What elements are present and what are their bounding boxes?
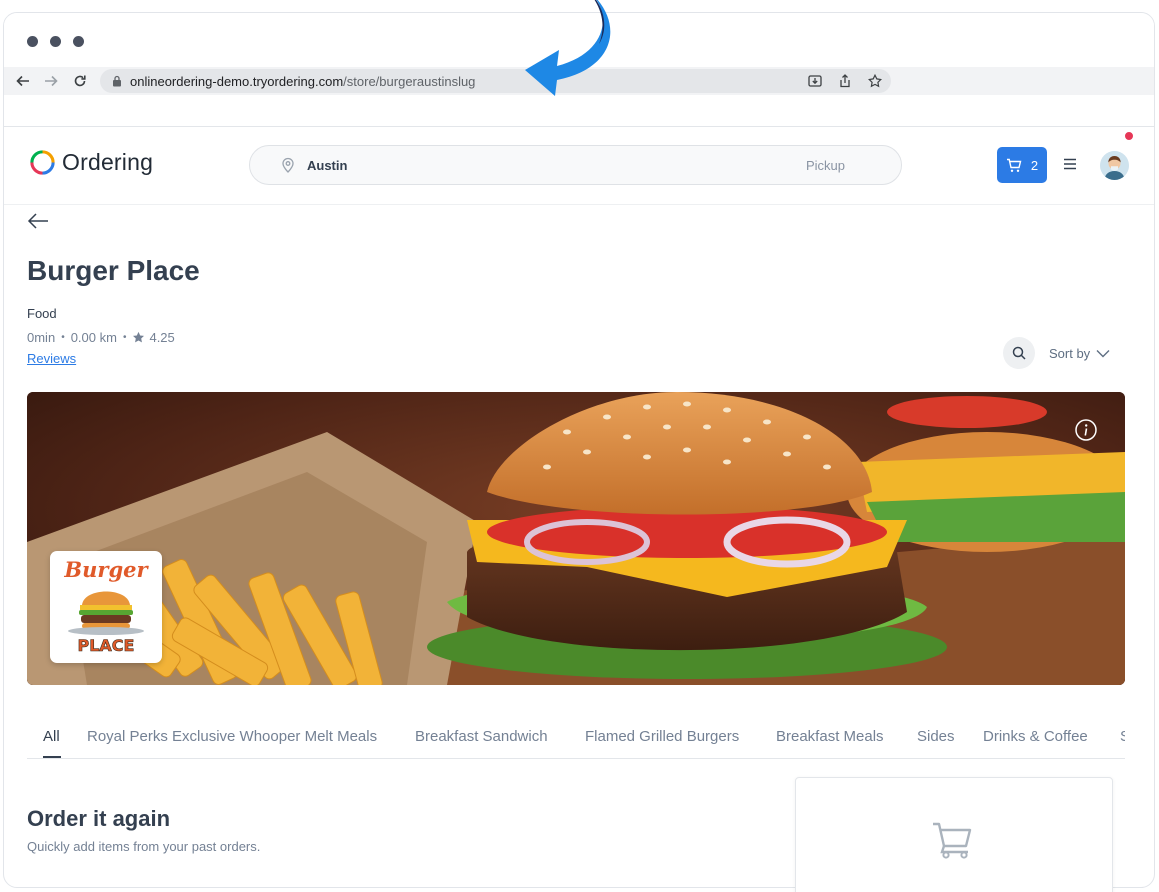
window-dot-minimize[interactable]	[50, 36, 61, 47]
tab-drinks-coffee[interactable]: Drinks & Coffee	[983, 728, 1088, 745]
url-path: /store/burgeraustinslug	[343, 73, 476, 89]
user-avatar[interactable]	[1100, 151, 1129, 180]
delivery-time: 0min	[27, 330, 56, 345]
active-tab-indicator	[43, 756, 61, 758]
sort-by-dropdown[interactable]: Sort by	[1049, 346, 1110, 361]
window-controls	[27, 36, 84, 47]
location-text[interactable]: Austin	[307, 158, 347, 173]
notification-dot	[1124, 131, 1134, 141]
back-button[interactable]	[27, 212, 49, 230]
reload-icon[interactable]	[69, 70, 91, 92]
annotation-arrow-icon	[525, 0, 611, 96]
store-distance: 0.00 km	[70, 330, 117, 345]
url-host: onlineordering-demo.tryordering.com	[130, 73, 344, 89]
order-type-text[interactable]: Pickup	[806, 158, 845, 173]
store-banner-image	[27, 392, 1125, 685]
order-again-title: Order it again	[27, 806, 171, 831]
bookmark-star-icon[interactable]	[867, 73, 883, 89]
address-bar[interactable]: onlineordering-demo.tryordering.com/stor…	[100, 69, 891, 93]
install-app-icon[interactable]	[807, 73, 823, 89]
location-order-type-bar[interactable]: Austin Pickup	[249, 145, 902, 185]
store-category: Food	[27, 306, 57, 321]
store-rating: 4.25	[149, 330, 175, 345]
logo-text: Ordering	[62, 149, 154, 175]
reviews-link[interactable]: Reviews	[27, 351, 76, 366]
tab-truncated[interactable]: S	[1120, 728, 1125, 745]
tab-flamed-grilled-burgers[interactable]: Flamed Grilled Burgers	[585, 728, 739, 745]
app-header: Ordering Austin Pickup 2	[4, 127, 1154, 205]
window-dot-maximize[interactable]	[73, 36, 84, 47]
tab-breakfast-sandwich[interactable]: Breakfast Sandwich	[415, 728, 548, 745]
empty-cart-icon	[933, 822, 972, 859]
back-arrow-icon[interactable]	[12, 70, 34, 92]
forward-arrow-icon[interactable]	[40, 70, 62, 92]
store-info-icon[interactable]	[1075, 419, 1097, 441]
url-text: onlineordering-demo.tryordering.com/stor…	[130, 74, 475, 89]
star-icon	[133, 331, 145, 343]
tab-sides[interactable]: Sides	[917, 728, 955, 745]
store-meta: 0min • 0.00 km • 4.25	[27, 330, 175, 345]
tab-all[interactable]: All	[43, 728, 60, 745]
store-logo: Burger PLACE	[50, 551, 162, 663]
tab-royal-perks[interactable]: Royal Perks Exclusive Whooper Melt Meals	[87, 728, 377, 745]
logo-art-bottom: PLACE	[78, 636, 135, 655]
lock-icon	[112, 75, 122, 87]
store-name: Burger Place	[27, 255, 200, 286]
sort-by-label: Sort by	[1049, 346, 1091, 361]
cart-icon	[1006, 158, 1022, 172]
tab-breakfast-meals[interactable]: Breakfast Meals	[776, 728, 884, 745]
cart-button[interactable]: 2	[997, 147, 1047, 183]
product-search-button[interactable]	[1003, 337, 1035, 369]
logo-art-top: Burger	[63, 557, 149, 582]
ordering-logo[interactable]: Ordering	[29, 149, 153, 176]
map-pin-icon	[281, 157, 297, 173]
cart-summary-card	[795, 777, 1113, 892]
category-tabs: All Royal Perks Exclusive Whooper Melt M…	[27, 716, 1125, 759]
chevron-down-icon	[1096, 350, 1110, 358]
order-again-subtitle: Quickly add items from your past orders.	[27, 839, 261, 854]
share-icon[interactable]	[837, 73, 853, 89]
cart-count: 2	[1030, 157, 1039, 173]
search-icon	[1012, 346, 1026, 360]
window-dot-close[interactable]	[27, 36, 38, 47]
ordering-logo-mark-icon	[30, 150, 55, 175]
hamburger-menu-icon[interactable]	[1061, 155, 1079, 173]
